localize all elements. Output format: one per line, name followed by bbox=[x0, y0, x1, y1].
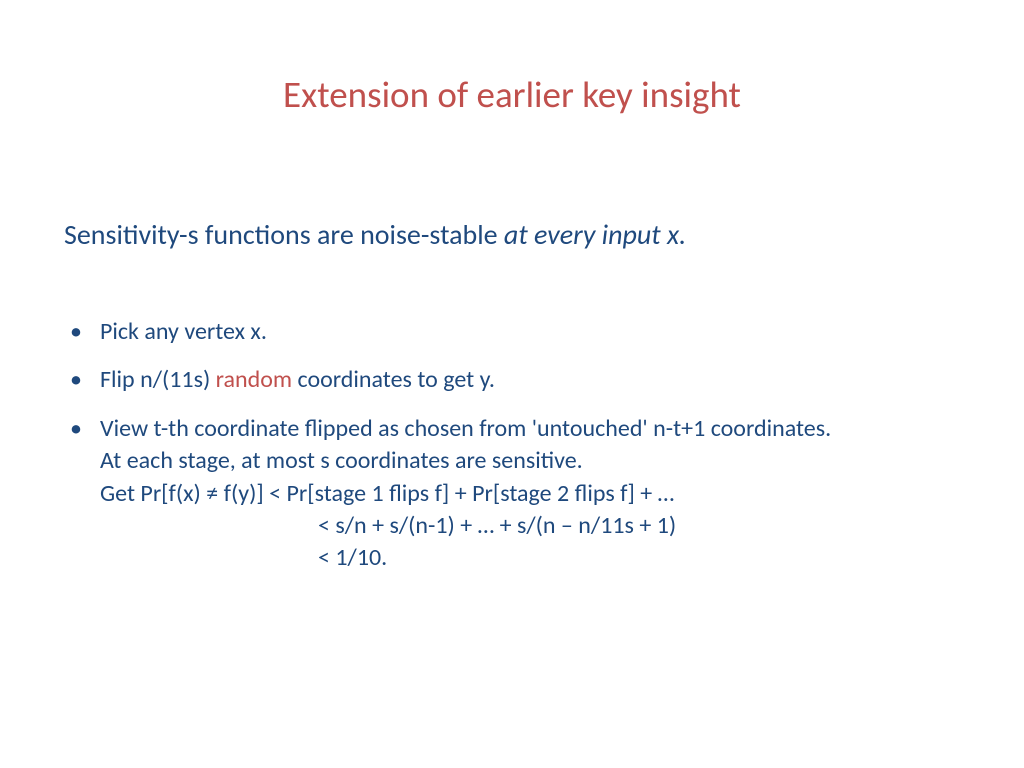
bullet-suffix: coordinates to get y. bbox=[292, 365, 495, 394]
bullet-text: Pick any vertex x. bbox=[100, 317, 267, 346]
subtitle-italic: at every input x. bbox=[504, 217, 686, 252]
slide-subtitle: Sensitivity-s functions are noise-stable… bbox=[64, 217, 952, 252]
list-item: Flip n/(11s) random coordinates to get y… bbox=[64, 364, 952, 396]
presentation-slide: Extension of earlier key insight Sensiti… bbox=[0, 0, 1024, 768]
bullet-line: < 1/10. bbox=[100, 542, 952, 574]
bullet-line: At each stage, at most s coordinates are… bbox=[100, 445, 952, 477]
bullet-line: < s/n + s/(n-1) + … + s/(n – n/11s + 1) bbox=[100, 510, 952, 542]
bullet-prefix: Flip n/(11s) bbox=[100, 365, 216, 394]
slide-title: Extension of earlier key insight bbox=[192, 72, 832, 117]
list-item: View t-th coordinate flipped as chosen f… bbox=[64, 413, 952, 575]
subtitle-text: Sensitivity-s functions are noise-stable bbox=[64, 217, 504, 252]
bullet-line: Get Pr[f(x) ≠ f(y)] < Pr[stage 1 flips f… bbox=[100, 478, 952, 510]
bullet-line: View t-th coordinate flipped as chosen f… bbox=[100, 413, 952, 445]
bullet-list: Pick any vertex x. Flip n/(11s) random c… bbox=[64, 316, 952, 575]
bullet-red-word: random bbox=[216, 365, 292, 394]
list-item: Pick any vertex x. bbox=[64, 316, 952, 348]
